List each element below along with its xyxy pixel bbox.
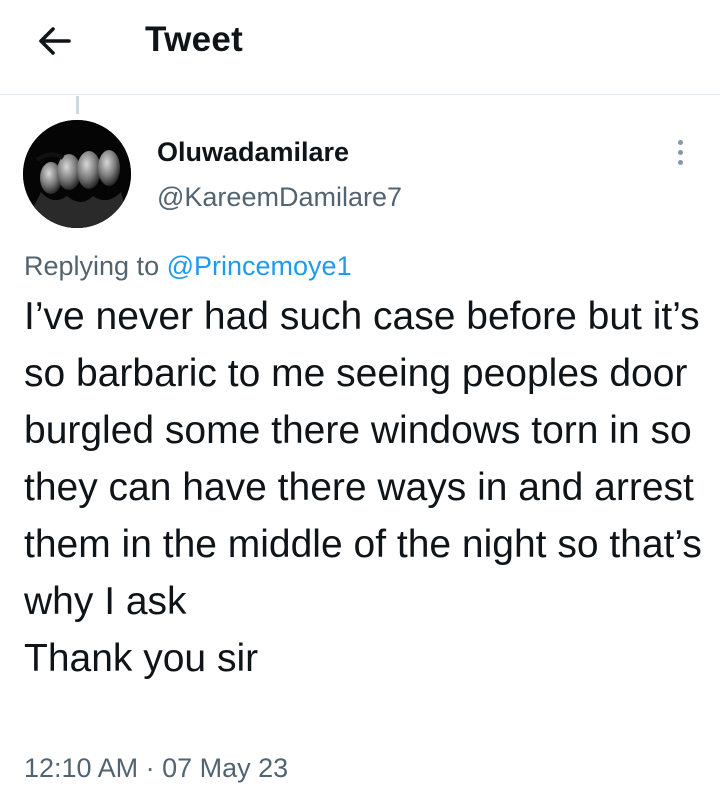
more-vertical-icon-dot bbox=[677, 159, 683, 165]
more-vertical-icon bbox=[677, 139, 683, 145]
tweet-timestamp: 12:10 AM · 07 May 23 bbox=[24, 753, 288, 784]
timestamp-separator: · bbox=[145, 753, 155, 783]
back-button[interactable] bbox=[30, 18, 80, 64]
tweet-date: 07 May 23 bbox=[162, 753, 289, 783]
tweet-time: 12:10 AM bbox=[24, 753, 139, 783]
more-options-button[interactable] bbox=[664, 134, 696, 170]
thread-connector-line bbox=[76, 96, 79, 114]
arrow-left-icon bbox=[39, 27, 71, 55]
top-bar: Tweet bbox=[0, 0, 720, 95]
avatar[interactable] bbox=[23, 120, 131, 228]
reply-target-link[interactable]: @Princemoye1 bbox=[167, 251, 352, 281]
tweet-text: I’ve never had such case before but it’s… bbox=[24, 295, 702, 680]
page-title: Tweet bbox=[145, 20, 244, 59]
avatar-image bbox=[23, 120, 131, 228]
replying-to-label: Replying to bbox=[24, 251, 160, 281]
replying-to-line: Replying to @Princemoye1 bbox=[24, 251, 352, 282]
more-vertical-icon-dot bbox=[677, 149, 683, 155]
author-handle[interactable]: @KareemDamilare7 bbox=[157, 182, 402, 213]
author-display-name[interactable]: Oluwadamilare bbox=[157, 137, 349, 168]
